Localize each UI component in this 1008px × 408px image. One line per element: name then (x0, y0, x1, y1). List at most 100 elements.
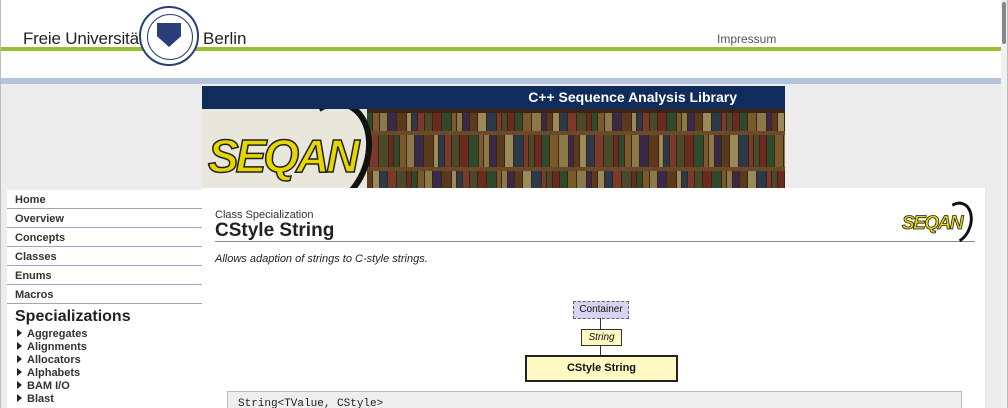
university-seal-icon[interactable] (139, 6, 199, 66)
book-spine (452, 113, 456, 133)
book-spine (577, 171, 586, 188)
book-spine (442, 113, 451, 133)
book-spine (397, 171, 406, 188)
book-spine (748, 113, 756, 133)
book-spine (643, 171, 649, 188)
book-spine (640, 135, 648, 169)
book-spine (412, 113, 417, 133)
spec-item-blast[interactable]: Blast (7, 393, 202, 406)
book-spine (487, 171, 496, 188)
book-spine (587, 135, 594, 169)
book-spine (577, 113, 586, 133)
book-spine (542, 135, 549, 169)
book-spine (388, 113, 396, 133)
book-spine (643, 113, 649, 133)
book-spine (604, 135, 613, 169)
book-spine (757, 171, 766, 188)
book-spine (677, 113, 681, 133)
spec-item-alphabets[interactable]: Alphabets (7, 367, 202, 380)
book-spine (514, 135, 523, 169)
book-spine (388, 171, 396, 188)
book-spine (712, 171, 721, 188)
spec-item-aggregates[interactable]: Aggregates (7, 328, 202, 341)
book-spine (547, 171, 552, 188)
book-spine (733, 113, 739, 133)
spec-item-alignments[interactable]: Alignments (7, 341, 202, 354)
book-spine (598, 113, 604, 133)
book-spine (380, 171, 387, 188)
book-spine (463, 171, 469, 188)
book-spine (667, 171, 676, 188)
book-spine (754, 135, 759, 169)
book-spine (613, 113, 621, 133)
book-spine (470, 171, 477, 188)
book-spine (542, 171, 546, 188)
book-spine (650, 171, 657, 188)
book-spine (677, 171, 681, 188)
triangle-right-icon (17, 342, 22, 350)
book-spine (587, 171, 591, 188)
page-title: CStyle String (215, 220, 335, 241)
book-spine (619, 135, 624, 169)
book-spine (614, 135, 618, 169)
nav-concepts[interactable]: Concepts (7, 228, 202, 247)
book-spine (775, 135, 783, 169)
book-spine (445, 135, 451, 169)
book-spine (722, 135, 729, 169)
seqan-logo[interactable]: SEQAN (202, 109, 387, 188)
scroll-thumb[interactable] (1002, 2, 1006, 44)
book-spine (418, 113, 424, 133)
book-spine (379, 135, 388, 169)
book-spine (682, 113, 687, 133)
book-spine (389, 135, 393, 169)
spec-item-bam-io[interactable]: BAM I/O (7, 380, 202, 393)
book-spine (767, 113, 771, 133)
book-spine (632, 113, 636, 133)
nav-home[interactable]: Home (7, 190, 202, 209)
book-spine (667, 113, 676, 133)
spec-item-allocators[interactable]: Allocators (7, 354, 202, 367)
spec-item-label: Allocators (27, 354, 81, 366)
book-spine (407, 135, 414, 169)
book-spine (487, 113, 496, 133)
book-spine (682, 171, 687, 188)
book-spine (523, 113, 531, 133)
university-city[interactable]: Berlin (203, 29, 246, 49)
book-spine (457, 171, 462, 188)
scrollbar[interactable] (1001, 0, 1007, 408)
bookshelf-image (362, 109, 785, 188)
book-spine (748, 171, 756, 188)
book-spine (529, 135, 534, 169)
book-spine (733, 171, 739, 188)
book-spine (727, 113, 732, 133)
book-spine (433, 171, 441, 188)
book-spine (373, 113, 379, 133)
book-spine (559, 135, 568, 169)
book-spine (560, 171, 567, 188)
book-spine (695, 113, 702, 133)
book-spine (632, 171, 636, 188)
book-spine (412, 171, 417, 188)
book-spine (508, 171, 514, 188)
nav-macros[interactable]: Macros (7, 285, 202, 304)
nav-classes[interactable]: Classes (7, 247, 202, 266)
diagram-connector (600, 318, 601, 329)
book-spine (739, 135, 748, 169)
book-spine (425, 171, 432, 188)
book-spine (685, 135, 693, 169)
university-name[interactable]: Freie Universität (23, 29, 144, 49)
book-spine (469, 135, 478, 169)
book-spine (553, 113, 559, 133)
diagram-container-node[interactable]: Container (573, 301, 629, 319)
book-spine (722, 171, 726, 188)
impressum-link[interactable]: Impressum (717, 32, 776, 46)
book-spine (688, 171, 694, 188)
book-spine (497, 171, 501, 188)
book-spine (772, 113, 777, 133)
diagram-string-node[interactable]: String (581, 329, 622, 346)
browser-page: Freie Universität Berlin Impressum C++ S… (0, 0, 1008, 408)
nav-enums[interactable]: Enums (7, 266, 202, 285)
seqan-banner: C++ Sequence Analysis Library SEQAN (202, 86, 785, 188)
nav-overview[interactable]: Overview (7, 209, 202, 228)
book-spine (415, 135, 423, 169)
